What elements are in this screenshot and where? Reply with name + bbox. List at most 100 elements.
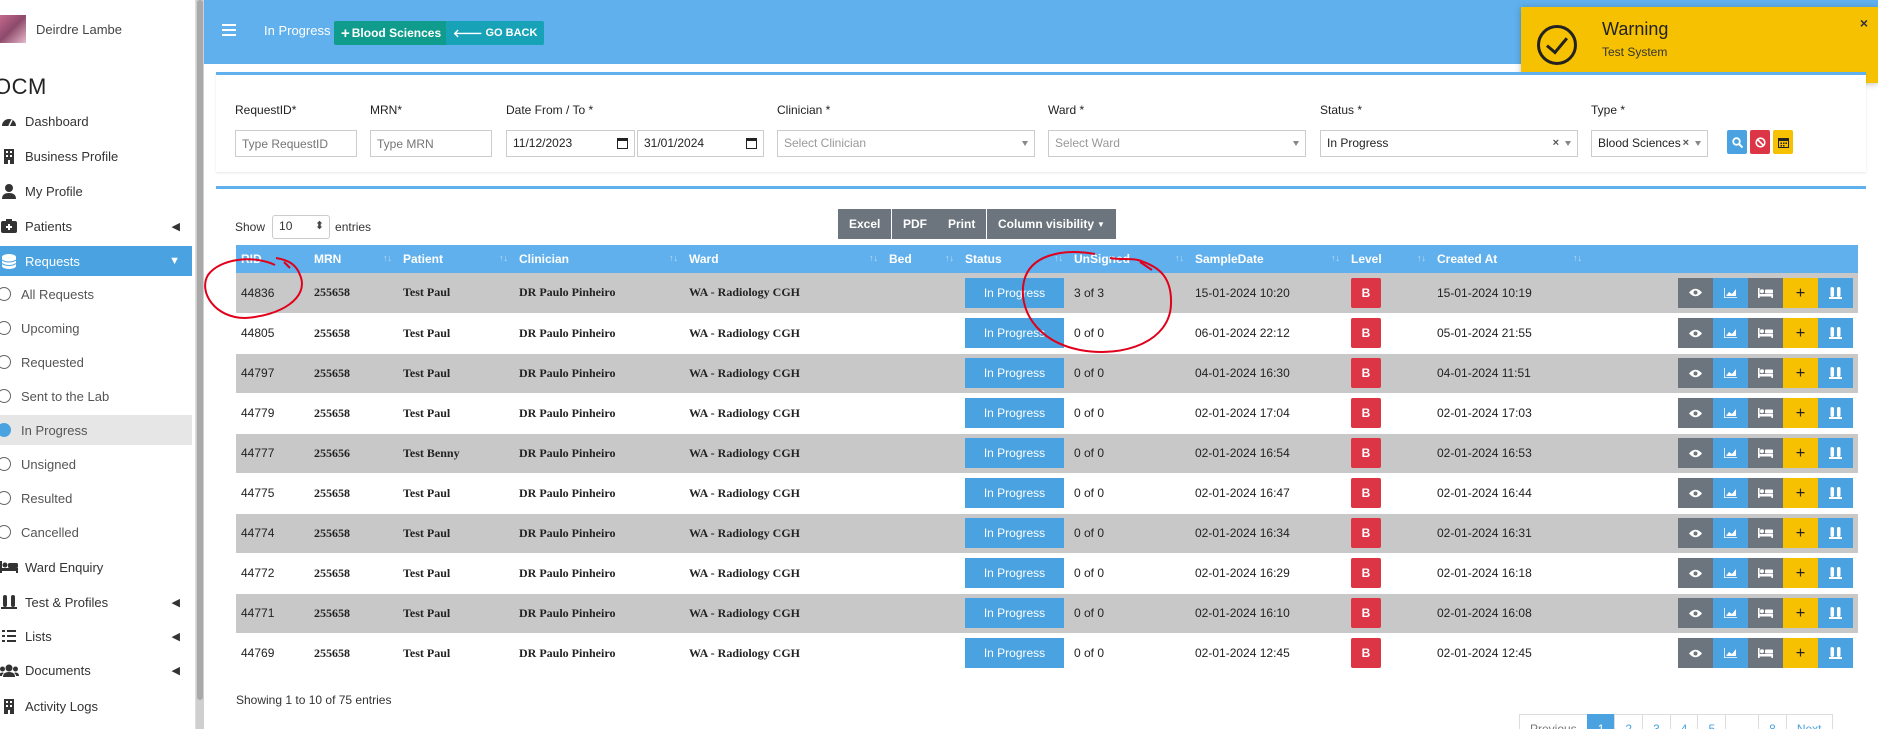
vials-button[interactable] [1818,478,1853,508]
user-profile[interactable]: Deirdre Lambe [0,14,122,44]
status-badge[interactable]: In Progress [965,478,1064,508]
table-row[interactable]: 44772 255658 Test Paul DR Paulo Pinheiro WA … [236,553,1858,594]
vials-button[interactable] [1818,598,1853,628]
bed-button[interactable] [1748,398,1783,428]
table-row[interactable]: 44771 255658 Test Paul DR Paulo Pinheiro WA … [236,593,1858,634]
table-row[interactable]: 44777 255656 Test Benny DR Paulo Pinheiro WA… [236,433,1858,474]
plus-button[interactable]: + [1783,398,1818,428]
plus-button[interactable]: + [1783,558,1818,588]
chart-button[interactable] [1713,638,1748,668]
table-row[interactable]: 44779 255658 Test Paul DR Paulo Pinheiro WA … [236,393,1858,434]
status-badge[interactable]: In Progress [965,438,1064,468]
plus-button[interactable]: + [1783,358,1818,388]
sidebar-sub-resulted[interactable]: Resulted [0,483,192,513]
eye-button[interactable] [1678,398,1713,428]
bed-button[interactable] [1748,277,1783,308]
status-badge[interactable]: In Progress [965,638,1064,668]
chart-button[interactable] [1713,558,1748,588]
col-header-bed[interactable]: Bed ↑↓ [884,245,960,273]
col-header-created-at[interactable]: Created At ↑↓ [1432,245,1588,273]
sidebar-sub-all-requests[interactable]: All Requests [0,279,192,309]
table-row[interactable]: 44769 255658 Test Paul DR Paulo Pinheiro WA … [236,633,1858,674]
plus-button[interactable]: + [1783,438,1818,468]
col-header-status[interactable]: Status ↑↓ [960,245,1069,273]
vials-button[interactable] [1818,358,1853,388]
sidebar-sub-unsigned[interactable]: Unsigned [0,449,192,479]
sidebar-sub-sent-to-lab[interactable]: Sent to the Lab [0,381,192,411]
plus-button[interactable]: + [1783,277,1818,308]
reset-button[interactable] [1750,130,1770,154]
sidebar-item-requests[interactable]: Requests ▼ [0,246,192,276]
table-row[interactable]: 44805 255658 Test Paul DR Paulo Pinheiro WA … [236,313,1858,354]
page-previous[interactable]: Previous [1519,714,1588,729]
status-badge[interactable]: In Progress [965,598,1064,628]
sidebar-sub-cancelled[interactable]: Cancelled [0,517,192,547]
sidebar-item-test-profiles[interactable]: Test & Profiles ◀ [0,587,192,617]
eye-button[interactable] [1678,478,1713,508]
plus-button[interactable]: + [1783,518,1818,548]
hamburger-menu-icon[interactable] [222,24,236,39]
date-from-input[interactable]: 11/12/2023 [506,130,635,157]
clear-icon[interactable]: × [1553,137,1559,149]
chart-button[interactable] [1713,518,1748,548]
bed-button[interactable] [1748,598,1783,628]
date-to-input[interactable]: 31/01/2024 [637,130,764,157]
page-next[interactable]: Next [1785,714,1833,729]
sidebar-item-dashboard[interactable]: Dashboard [0,106,192,136]
calendar-icon[interactable] [746,138,757,149]
bed-button[interactable] [1748,558,1783,588]
sidebar-item-business-profile[interactable]: Business Profile [0,141,192,171]
calendar-button[interactable] [1773,130,1793,154]
print-button[interactable]: Print [937,209,987,239]
column-visibility-button[interactable]: Column visibility ▼ [987,209,1116,239]
type-select[interactable]: Blood Sciences × [1591,130,1708,157]
table-row[interactable]: 44775 255658 Test Paul DR Paulo Pinheiro WA … [236,473,1858,514]
eye-button[interactable] [1678,518,1713,548]
plus-button[interactable]: + [1783,318,1818,348]
eye-button[interactable] [1678,318,1713,348]
clinician-select[interactable]: Select Clinician [777,130,1035,157]
table-row[interactable]: 44774 255658 Test Paul DR Paulo Pinheiro WA … [236,513,1858,554]
col-header-patient[interactable]: Patient ↑↓ [398,245,514,273]
eye-button[interactable] [1678,638,1713,668]
status-badge[interactable]: In Progress [965,518,1064,548]
chart-button[interactable] [1713,438,1748,468]
status-badge[interactable]: In Progress [965,277,1064,308]
chart-button[interactable] [1713,478,1748,508]
excel-button[interactable]: Excel [838,209,892,239]
vials-button[interactable] [1818,638,1853,668]
eye-button[interactable] [1678,358,1713,388]
request-id-input[interactable] [235,130,357,157]
eye-button[interactable] [1678,277,1713,308]
chart-button[interactable] [1713,277,1748,308]
bed-button[interactable] [1748,358,1783,388]
plus-button[interactable]: + [1783,638,1818,668]
mrn-input[interactable] [370,130,492,157]
status-badge[interactable]: In Progress [965,318,1064,348]
sidebar-item-my-profile[interactable]: My Profile [0,176,192,206]
status-badge[interactable]: In Progress [965,398,1064,428]
page-3[interactable]: 3 [1642,714,1671,729]
sidebar-item-activity-logs[interactable]: Activity Logs [0,691,192,721]
chart-button[interactable] [1713,318,1748,348]
go-back-button[interactable]: 🡐 GO BACK [446,21,545,45]
chart-button[interactable] [1713,598,1748,628]
table-row[interactable]: 44836 255658 Test Paul DR Paulo Pinheiro WA … [236,273,1858,314]
bed-button[interactable] [1748,518,1783,548]
eye-button[interactable] [1678,558,1713,588]
pdf-button[interactable]: PDF [892,209,938,239]
blood-sciences-button[interactable]: + Blood Sciences [334,21,449,45]
col-header-level[interactable]: Level ↑↓ [1346,245,1432,273]
close-icon[interactable]: × [1860,15,1868,31]
status-select[interactable]: In Progress × [1320,130,1578,157]
chart-button[interactable] [1713,398,1748,428]
page-2[interactable]: 2 [1614,714,1644,729]
status-badge[interactable]: In Progress [965,358,1064,388]
entries-select[interactable]: 10 [272,215,331,239]
vials-button[interactable] [1818,438,1853,468]
search-button[interactable] [1727,130,1747,154]
page-5[interactable]: 5 [1697,714,1727,729]
chart-button[interactable] [1713,358,1748,388]
eye-button[interactable] [1678,598,1713,628]
sidebar-sub-requested[interactable]: Requested [0,347,192,377]
